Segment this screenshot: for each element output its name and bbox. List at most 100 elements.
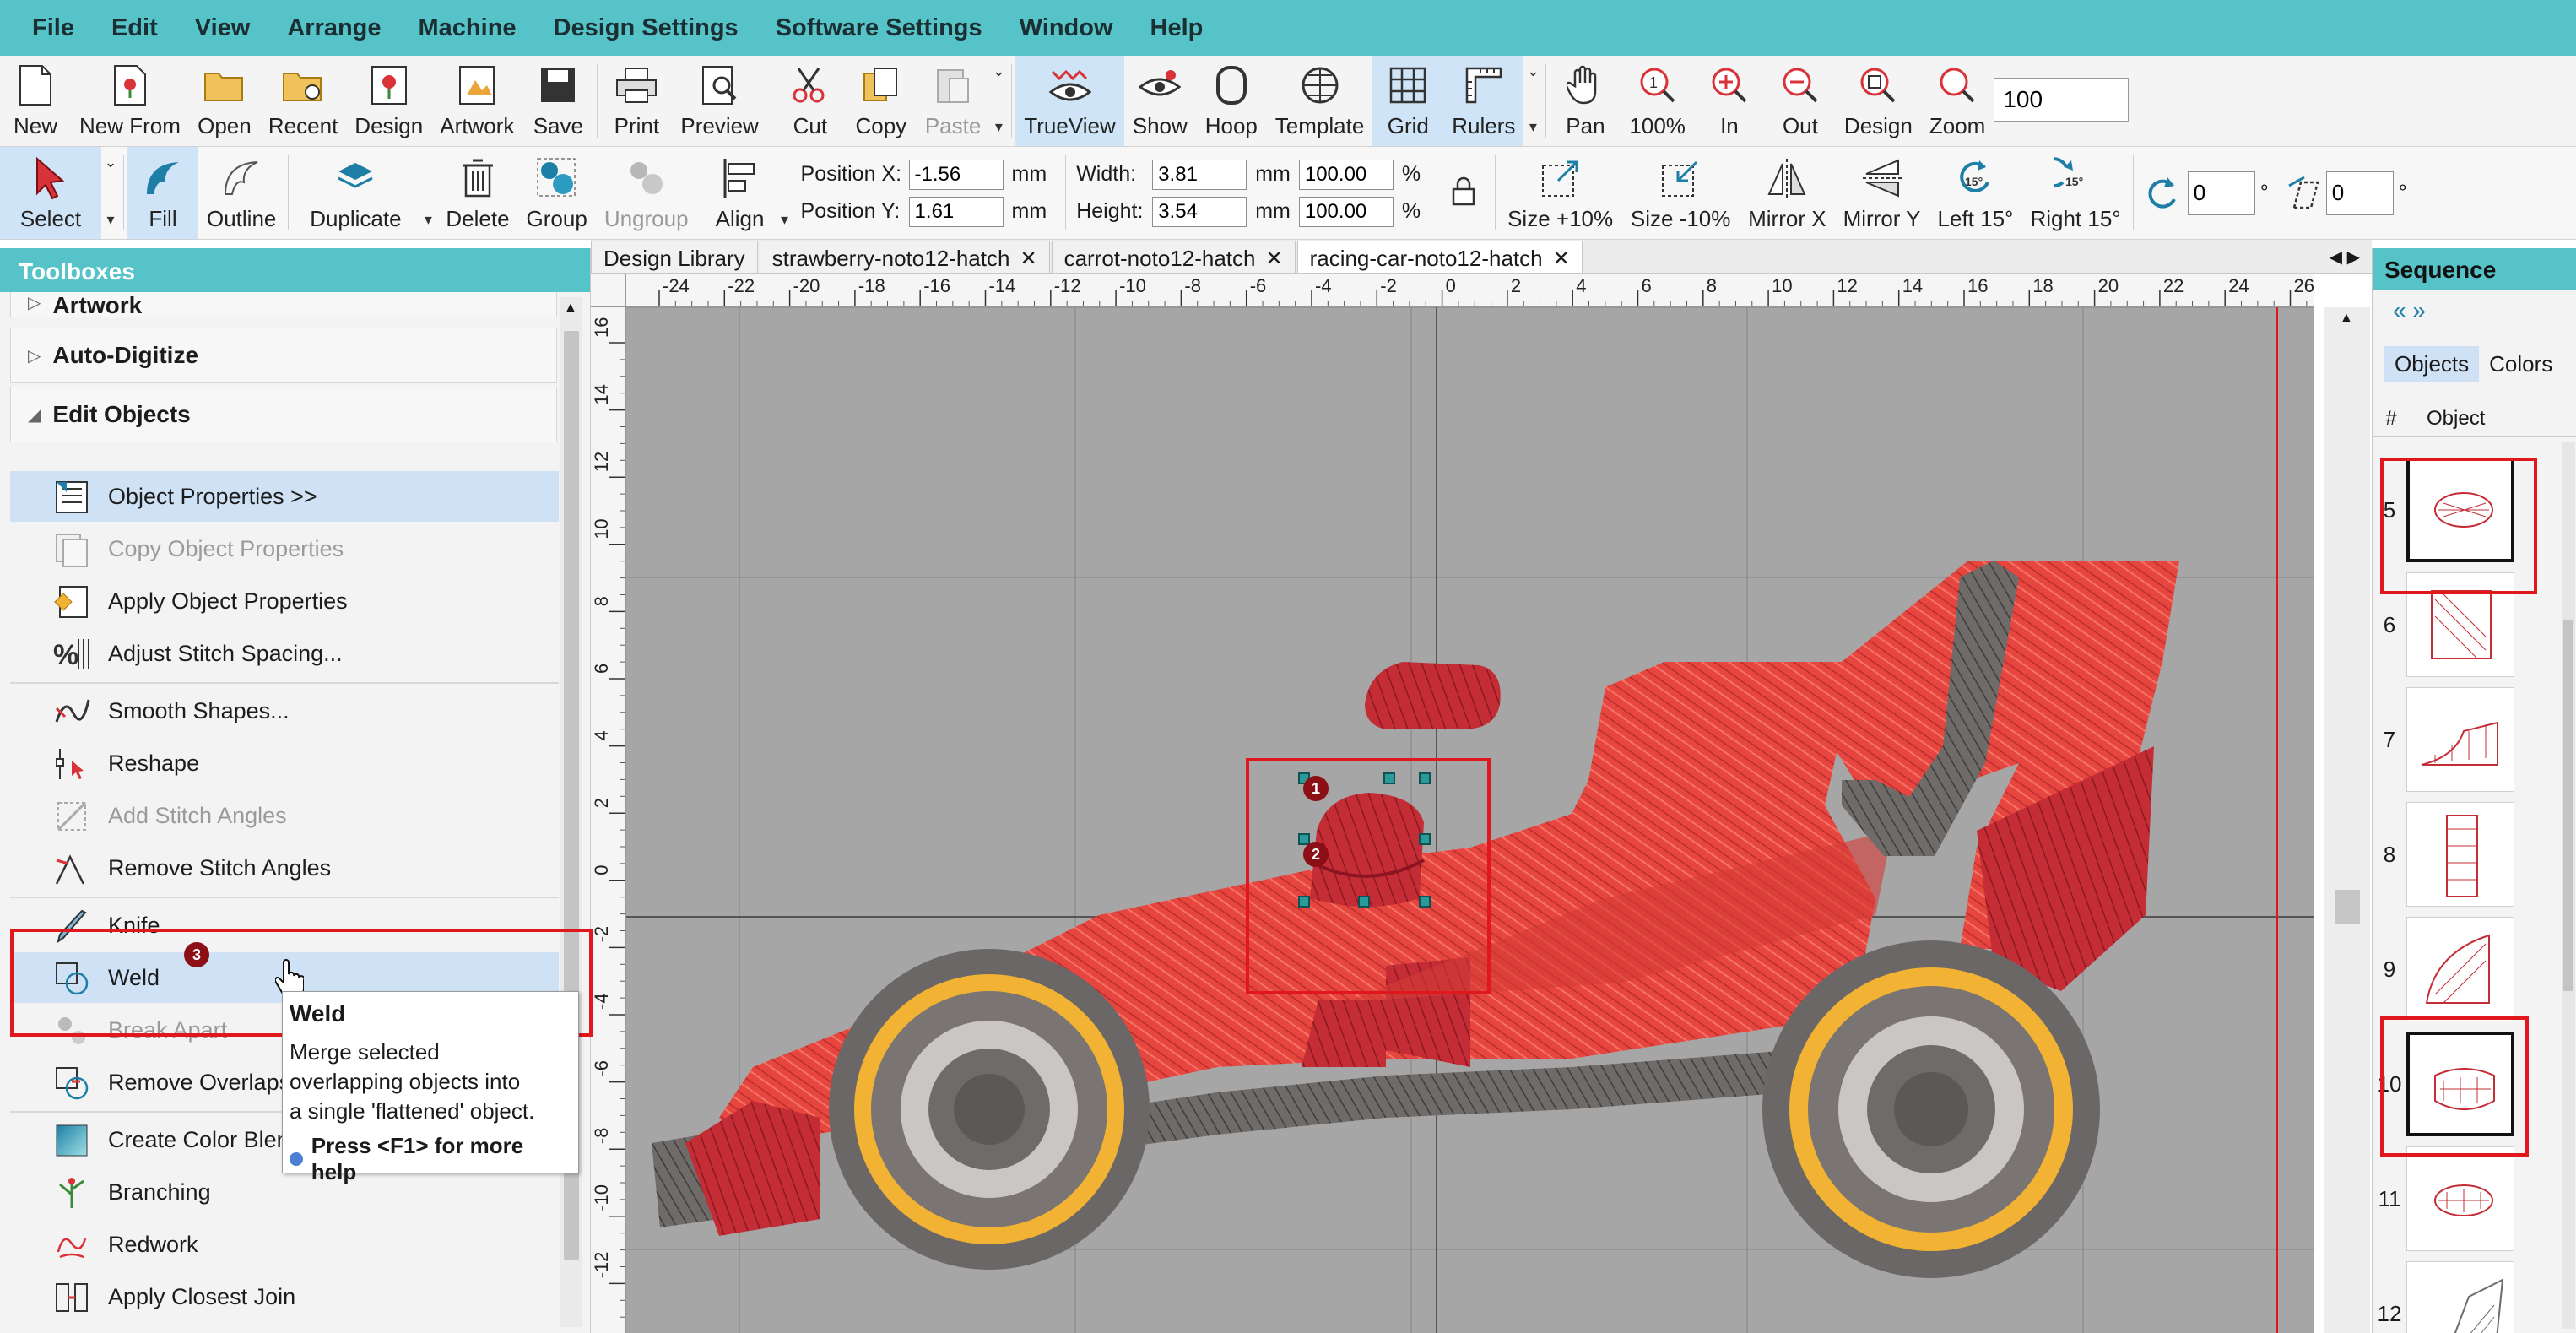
sequence-item-thumbnail[interactable] — [2406, 1261, 2514, 1333]
sequence-item-thumbnail[interactable] — [2406, 687, 2514, 792]
hoop-button[interactable]: Hoop — [1196, 56, 1267, 146]
height-percent-input[interactable] — [1298, 196, 1394, 227]
position-y-input[interactable] — [908, 196, 1004, 227]
sequence-scrollbar[interactable] — [2562, 442, 2575, 1329]
rotate-left-button[interactable]: 15° Left 15° — [1929, 147, 2022, 239]
menu-edit[interactable]: Edit — [111, 14, 158, 42]
sequence-item-thumbnail[interactable] — [2406, 802, 2514, 907]
open-button[interactable]: Open — [189, 56, 260, 146]
design-workspace[interactable]: 1 2 — [626, 307, 2314, 1333]
select-button[interactable]: Select — [0, 147, 101, 239]
copy-button[interactable]: Copy — [846, 56, 917, 146]
template-button[interactable]: Template — [1267, 56, 1373, 146]
tool-adjust-stitch-spacing[interactable]: % Adjust Stitch Spacing... — [10, 628, 559, 679]
duplicate-dropdown[interactable]: ▾ — [419, 147, 437, 239]
tab-colors[interactable]: Colors — [2479, 346, 2562, 382]
outline-button[interactable]: Outline — [198, 147, 284, 239]
height-input[interactable] — [1152, 196, 1247, 227]
mirror-x-button[interactable]: Mirror X — [1740, 147, 1834, 239]
sequence-item-thumbnail[interactable] — [2406, 917, 2514, 1021]
show-button[interactable]: Show — [1124, 56, 1196, 146]
print-button[interactable]: Print — [601, 56, 672, 146]
section-edit-objects[interactable]: ◢ Edit Objects — [10, 387, 557, 442]
align-button[interactable]: Align — [705, 147, 776, 239]
delete-button[interactable]: Delete — [437, 147, 517, 239]
align-dropdown[interactable]: ▾ — [776, 147, 794, 239]
scrollbar-thumb[interactable] — [2563, 620, 2573, 991]
rotate-right-button[interactable]: 15° Right 15° — [2021, 147, 2129, 239]
menu-window[interactable]: Window — [1020, 14, 1113, 42]
scroll-up-icon[interactable]: ▲ — [564, 301, 577, 316]
tool-redwork[interactable]: Redwork — [10, 1219, 559, 1270]
section-auto-digitize[interactable]: ▷ Auto-Digitize — [10, 328, 557, 383]
tool-remove-stitch-angles[interactable]: Remove Stitch Angles — [10, 843, 559, 893]
mirror-y-button[interactable]: Mirror Y — [1835, 147, 1929, 239]
new-from-button[interactable]: New From — [71, 56, 189, 146]
recent-button[interactable]: Recent — [260, 56, 346, 146]
zoom-design-button[interactable]: Design — [1836, 56, 1921, 146]
sequence-item[interactable]: 9 — [2373, 913, 2567, 1025]
collapse-expand-icon[interactable]: « » — [2393, 297, 2426, 324]
tab-strawberry[interactable]: strawberry-noto12-hatch ✕ — [759, 241, 1050, 273]
close-icon[interactable]: ✕ — [1265, 247, 1282, 271]
menu-software-settings[interactable]: Software Settings — [776, 14, 982, 42]
group-button[interactable]: Group — [518, 147, 596, 239]
trueview-button[interactable]: TrueView — [1015, 56, 1124, 146]
cut-button[interactable]: Cut — [775, 56, 846, 146]
new-button[interactable]: New — [0, 56, 71, 146]
scrollbar-thumb[interactable] — [2335, 890, 2360, 924]
tool-copy-object-properties[interactable]: Copy Object Properties — [10, 523, 559, 574]
sequence-item[interactable]: 8 — [2373, 799, 2567, 910]
menu-arrange[interactable]: Arrange — [287, 14, 381, 42]
tab-scroll-arrows[interactable]: ◀ ▶ — [2318, 247, 2372, 273]
close-icon[interactable]: ✕ — [1553, 247, 1570, 271]
sequence-item-thumbnail[interactable] — [2406, 1146, 2514, 1251]
ungroup-button[interactable]: Ungroup — [596, 147, 697, 239]
design-button[interactable]: Design — [346, 56, 431, 146]
tab-objects[interactable]: Objects — [2384, 346, 2480, 382]
position-x-input[interactable] — [908, 159, 1004, 190]
paste-button[interactable]: Paste — [917, 56, 990, 146]
zoom-100-button[interactable]: 1 100% — [1621, 56, 1694, 146]
proportional-lock-button[interactable] — [1436, 147, 1491, 239]
toolbar-overflow-1[interactable]: ⌄ ▾ — [989, 56, 1008, 146]
artwork-button[interactable]: Artwork — [431, 56, 522, 146]
tool-add-stitch-angles[interactable]: Add Stitch Angles — [10, 790, 559, 841]
sequence-item[interactable]: 7 — [2373, 684, 2567, 795]
tool-apply-closest-join[interactable]: Apply Closest Join — [10, 1271, 559, 1322]
fill-button[interactable]: Fill — [127, 147, 198, 239]
preview-button[interactable]: Preview — [672, 56, 766, 146]
save-button[interactable]: Save — [522, 56, 593, 146]
tool-reshape[interactable]: Reshape — [10, 738, 559, 788]
close-icon[interactable]: ✕ — [1020, 247, 1036, 271]
zoom-level-input[interactable] — [1994, 78, 2130, 122]
menu-design-settings[interactable]: Design Settings — [554, 14, 739, 42]
tab-design-library[interactable]: Design Library — [591, 241, 758, 273]
menu-machine[interactable]: Machine — [419, 14, 517, 42]
size-plus-button[interactable]: Size +10% — [1499, 147, 1621, 239]
tool-smooth-shapes[interactable]: Smooth Shapes... — [10, 685, 559, 736]
menu-help[interactable]: Help — [1150, 14, 1204, 42]
rulers-button[interactable]: Rulers — [1443, 56, 1524, 146]
pan-button[interactable]: Pan — [1550, 56, 1621, 146]
rotate-angle-input[interactable] — [2187, 171, 2255, 215]
sequence-item[interactable]: 11 — [2373, 1143, 2567, 1254]
tab-racing-car[interactable]: racing-car-noto12-hatch ✕ — [1296, 241, 1583, 273]
toolbar-overflow-2[interactable]: ⌄ ▾ — [1523, 56, 1542, 146]
menu-view[interactable]: View — [195, 14, 251, 42]
zoom-button[interactable]: Zoom — [1921, 56, 1994, 146]
zoom-in-button[interactable]: In — [1694, 56, 1765, 146]
size-minus-button[interactable]: Size -10% — [1621, 147, 1740, 239]
width-percent-input[interactable] — [1298, 159, 1394, 190]
menu-file[interactable]: File — [32, 14, 74, 42]
canvas-vertical-scrollbar[interactable]: ▲ — [2324, 307, 2370, 1333]
grid-button[interactable]: Grid — [1372, 56, 1444, 146]
duplicate-button[interactable]: Duplicate — [292, 147, 419, 239]
zoom-out-button[interactable]: Out — [1765, 56, 1836, 146]
tab-carrot[interactable]: carrot-noto12-hatch ✕ — [1051, 241, 1296, 273]
select-dropdown[interactable]: ⌄ ▾ — [101, 147, 120, 239]
tool-apply-object-properties[interactable]: Apply Object Properties — [10, 576, 559, 626]
scroll-up-icon[interactable]: ▲ — [2340, 311, 2353, 326]
skew-angle-input[interactable] — [2325, 171, 2394, 215]
sequence-item[interactable]: 12 — [2373, 1258, 2567, 1333]
